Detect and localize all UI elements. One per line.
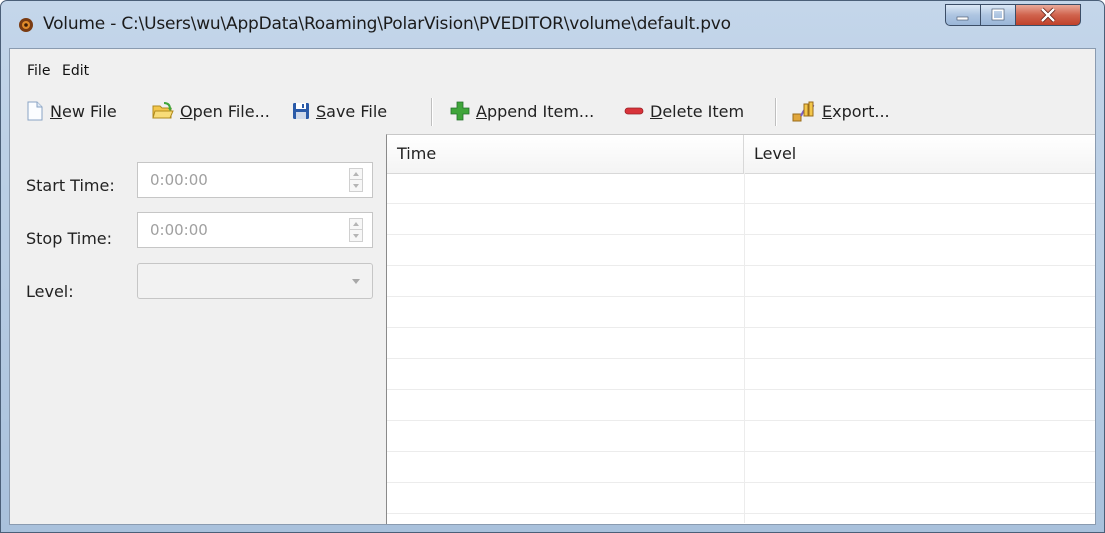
toolbar-separator — [775, 98, 777, 126]
spin-up-icon — [353, 222, 359, 226]
save-file-button[interactable]: Save File — [292, 97, 387, 125]
table-row — [387, 173, 1095, 204]
table-row — [387, 390, 1095, 421]
client-area: File Edit New File Open File... Save Fil… — [9, 48, 1096, 525]
column-divider — [744, 173, 745, 523]
table-row — [387, 266, 1095, 297]
start-time-label: Start Time: — [26, 176, 115, 195]
plus-icon — [450, 101, 470, 121]
spin-up-icon — [353, 172, 359, 176]
minus-icon — [624, 107, 644, 115]
minimize-button[interactable] — [945, 4, 981, 26]
table-row — [387, 421, 1095, 452]
new-file-label: ew File — [61, 101, 117, 121]
spin-divider — [350, 229, 362, 230]
maximize-icon — [991, 8, 1005, 21]
new-file-icon — [27, 101, 43, 121]
spin-divider — [350, 179, 362, 180]
export-mnemonic: E — [822, 101, 833, 121]
delete-item-label: elete Item — [662, 101, 745, 121]
save-disk-icon — [293, 103, 309, 119]
delete-item-button[interactable]: Delete Item — [624, 97, 744, 125]
spin-down-icon — [353, 184, 359, 188]
table-header: Time Level — [387, 135, 1095, 174]
append-item-label: ppend Item... — [486, 101, 595, 121]
table-row — [387, 452, 1095, 483]
table-row — [387, 328, 1095, 359]
level-label: Level: — [26, 282, 74, 301]
start-time-spinner[interactable]: 0:00:00 — [137, 162, 373, 198]
window-title: Volume - C:\Users\wu\AppData\Roaming\Pol… — [43, 14, 731, 34]
maximize-button[interactable] — [980, 4, 1016, 26]
start-time-value: 0:00:00 — [150, 171, 208, 189]
title-bar[interactable]: Volume - C:\Users\wu\AppData\Roaming\Pol… — [1, 1, 1104, 46]
save-file-mnemonic: S — [316, 101, 327, 121]
export-label: xport... — [832, 101, 890, 121]
open-file-button[interactable]: Open File... — [152, 97, 270, 125]
column-header-level[interactable]: Level — [744, 135, 1094, 173]
table-row — [387, 483, 1095, 514]
open-folder-icon — [152, 102, 174, 119]
new-file-mnemonic: N — [50, 101, 62, 121]
table-row — [387, 297, 1095, 328]
open-file-mnemonic: O — [180, 101, 193, 121]
menu-edit[interactable]: Edit — [62, 63, 89, 79]
save-file-label: ave File — [326, 101, 388, 121]
spin-down-icon — [353, 234, 359, 238]
append-item-button[interactable]: Append Item... — [450, 97, 594, 125]
stop-time-label: Stop Time: — [26, 229, 113, 248]
delete-item-mnemonic: D — [650, 101, 663, 121]
table-body[interactable] — [387, 173, 1095, 523]
export-icon — [792, 101, 815, 122]
start-time-spin-arrows[interactable] — [349, 168, 363, 192]
append-item-mnemonic: A — [476, 101, 487, 121]
table-row — [387, 235, 1095, 266]
stop-time-spin-arrows[interactable] — [349, 218, 363, 242]
toolbar-separator — [431, 98, 433, 126]
new-file-button[interactable]: New File — [26, 97, 117, 125]
menu-file[interactable]: File — [27, 63, 50, 79]
level-dropdown[interactable] — [137, 263, 373, 299]
toolbar: New File Open File... Save File Append I… — [10, 91, 1095, 129]
table-row — [387, 204, 1095, 235]
stop-time-spinner[interactable]: 0:00:00 — [137, 212, 373, 248]
close-icon — [1040, 7, 1056, 23]
stop-time-value: 0:00:00 — [150, 221, 208, 239]
item-editor-panel: Start Time: 0:00:00 Stop Time: 0:00:00 L… — [10, 136, 386, 524]
close-button[interactable] — [1015, 4, 1081, 26]
column-header-time[interactable]: Time — [387, 135, 744, 173]
minimize-icon — [956, 16, 969, 21]
export-button[interactable]: Export... — [792, 97, 890, 125]
open-file-label: pen File... — [192, 101, 270, 121]
items-table[interactable]: Time Level — [386, 134, 1095, 524]
chevron-down-icon — [352, 279, 360, 284]
app-window: Volume - C:\Users\wu\AppData\Roaming\Pol… — [0, 0, 1105, 533]
table-row — [387, 359, 1095, 390]
app-icon — [19, 18, 33, 32]
menu-bar: File Edit — [10, 49, 1095, 87]
